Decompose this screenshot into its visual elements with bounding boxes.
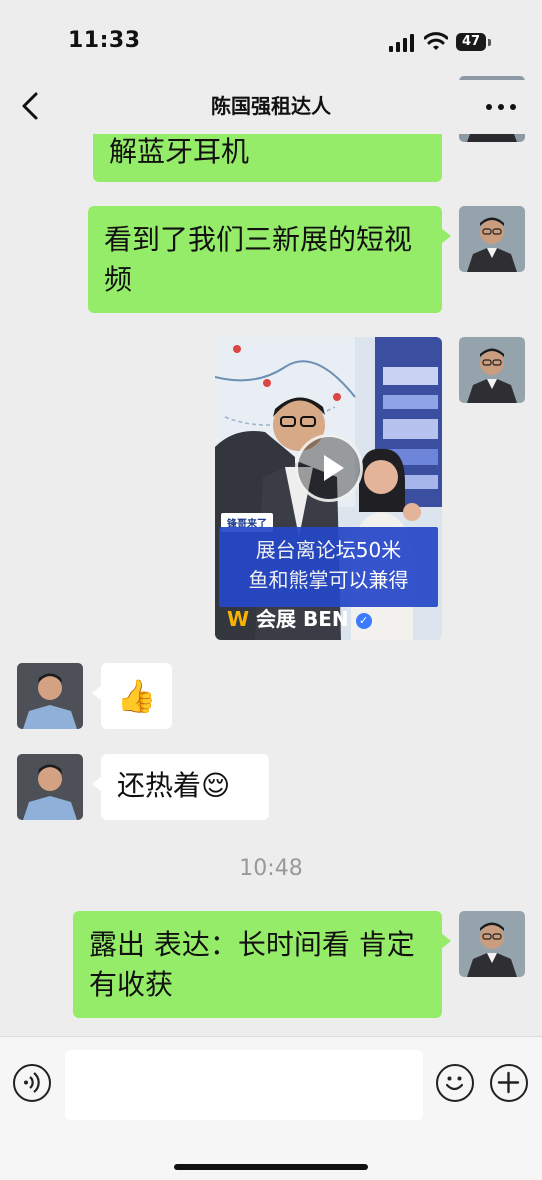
status-time: 11:33 [68,28,141,53]
home-indicator [174,1164,368,1170]
contact-avatar[interactable] [17,754,83,820]
chat-header: 陈国强租达人 [0,80,542,134]
input-bar [0,1036,542,1180]
self-avatar[interactable] [459,337,525,403]
play-icon[interactable] [295,434,363,502]
brand-logo-icon: W [227,607,250,631]
voice-icon [24,1072,40,1093]
cellular-signal-icon [389,34,414,52]
message-input[interactable] [65,1050,423,1120]
message-text: 还热着😌 [117,769,231,802]
wifi-icon [424,32,448,50]
video-brand-label: 会展 BEN [256,607,349,631]
video-caption-line2: 鱼和熊掌可以兼得 [248,568,409,592]
more-options-icon[interactable] [478,92,524,122]
message-text: 露出 表达：长时间看 肯定有收获 [89,928,415,1001]
self-avatar-icon [459,337,525,403]
contact-avatar-icon [17,754,83,820]
emoji-button[interactable] [436,1064,474,1102]
more-functions-button[interactable] [490,1064,528,1102]
self-avatar[interactable] [459,911,525,977]
video-brand: W 会展 BEN ✓ [227,603,372,632]
self-avatar-icon [459,911,525,977]
video-caption: 展台离论坛50米 鱼和熊掌可以兼得 [219,527,438,607]
battery-level: 47 [461,34,481,49]
status-bar: 11:33 47 [0,0,542,80]
chat-title: 陈国强租达人 [211,94,331,118]
message-bubble-self[interactable]: 看到了我们三新展的短视频 [88,206,451,313]
smiley-icon [445,1076,464,1091]
contact-avatar-icon [17,663,83,729]
video-message[interactable]: 锋哥来了 展台离论坛50米 鱼和熊掌可以兼得 W 会展 BEN ✓ [215,337,442,640]
message-text: 看到了我们三新展的短视频 [104,223,413,296]
verified-badge-icon: ✓ [355,612,372,629]
voice-input-button[interactable] [13,1064,51,1102]
self-avatar[interactable] [459,206,525,272]
message-bubble-self[interactable]: 露出 表达：长时间看 肯定有收获 [73,911,451,1018]
self-avatar-icon [459,206,525,272]
battery-icon: 47 [456,33,492,53]
contact-avatar[interactable] [17,663,83,729]
plus-icon [497,1071,520,1094]
message-text: 解蓝牙耳机 [109,135,250,168]
message-bubble-other[interactable]: 👍 [92,663,172,729]
message-timestamp: 10:48 [239,856,303,881]
message-bubble-other[interactable]: 还热着😌 [92,754,269,820]
thumbs-up-emoji: 👍 [116,677,157,715]
video-caption-line1: 展台离论坛50米 [255,538,402,562]
